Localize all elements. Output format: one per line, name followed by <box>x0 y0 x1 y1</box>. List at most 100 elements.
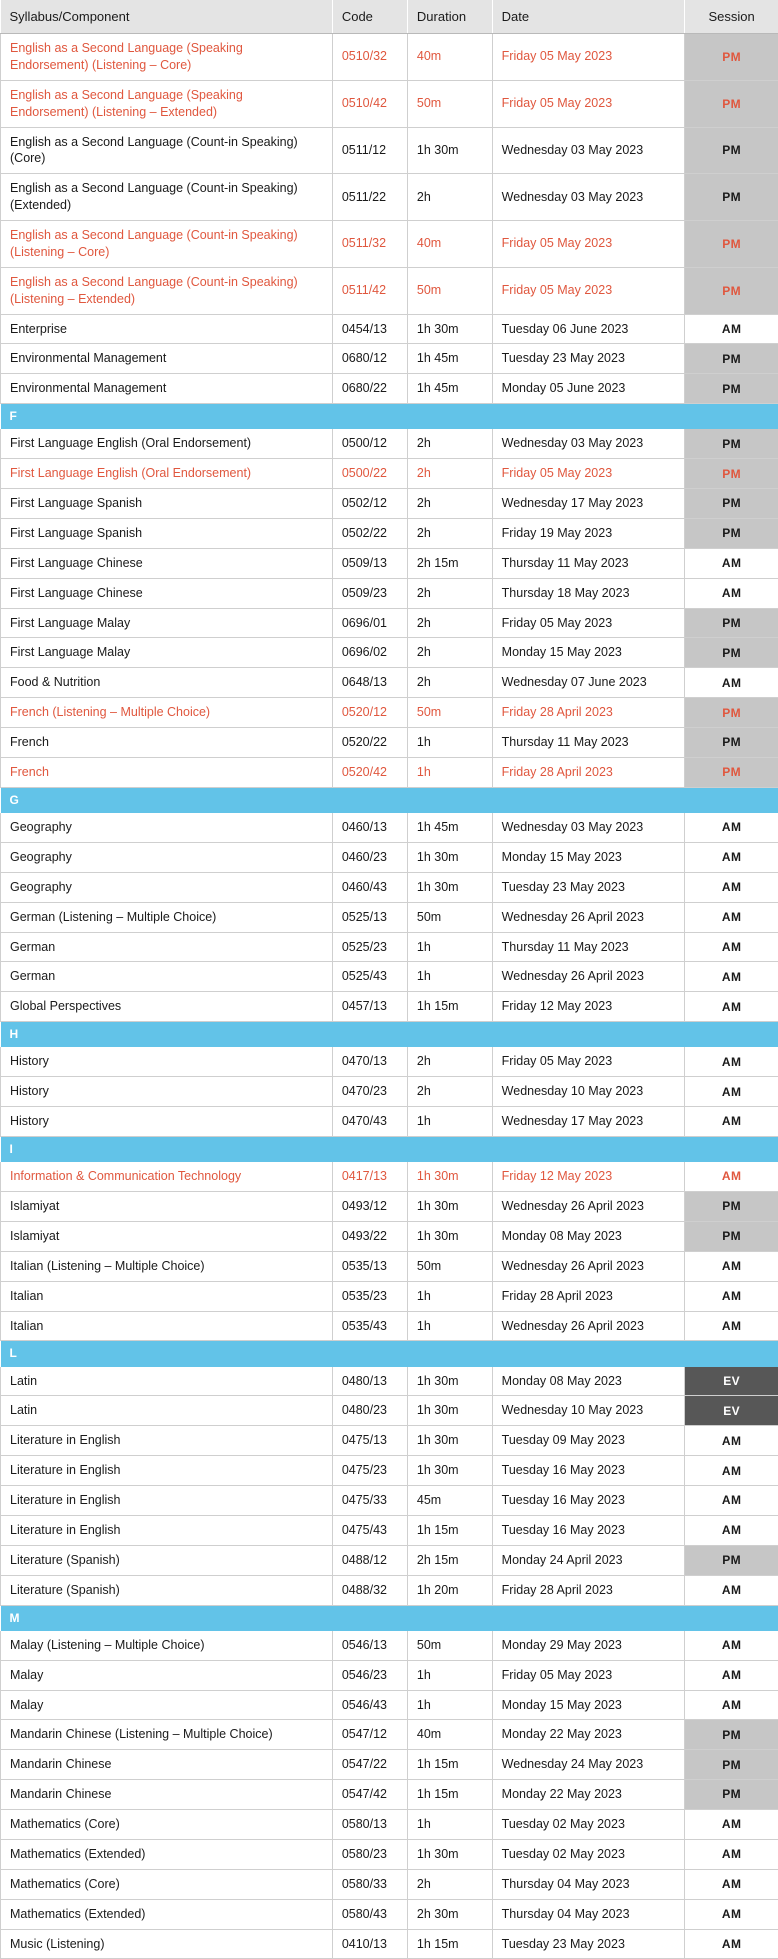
cell-code: 0511/12 <box>332 127 407 174</box>
cell-session: AM <box>685 1899 778 1929</box>
table-row: Environmental Management0680/221h 45mMon… <box>1 374 778 404</box>
cell-duration: 2h <box>407 174 492 221</box>
table-row: French0520/421hFriday 28 April 2023PM <box>1 757 778 787</box>
cell-code: 0493/12 <box>332 1192 407 1222</box>
cell-code: 0580/23 <box>332 1839 407 1869</box>
cell-date: Tuesday 09 May 2023 <box>492 1426 685 1456</box>
cell-code: 0580/13 <box>332 1810 407 1840</box>
cell-session: PM <box>685 459 778 489</box>
cell-duration: 1h 30m <box>407 1367 492 1396</box>
table-row: Malay0546/231hFriday 05 May 2023AM <box>1 1660 778 1690</box>
cell-duration: 1h 15m <box>407 992 492 1022</box>
section-band: M <box>1 1605 778 1631</box>
cell-syllabus: Malay <box>1 1660 333 1690</box>
cell-duration: 1h 15m <box>407 1750 492 1780</box>
cell-duration: 1h 45m <box>407 813 492 842</box>
cell-syllabus: Italian <box>1 1281 333 1311</box>
cell-duration: 2h <box>407 1869 492 1899</box>
cell-duration: 2h 15m <box>407 548 492 578</box>
cell-syllabus: First Language Malay <box>1 638 333 668</box>
section-letter: L <box>1 1341 778 1367</box>
cell-code: 0470/43 <box>332 1107 407 1137</box>
cell-session: AM <box>685 578 778 608</box>
cell-date: Friday 19 May 2023 <box>492 518 685 548</box>
cell-session: AM <box>685 1631 778 1660</box>
cell-date: Tuesday 23 May 2023 <box>492 872 685 902</box>
section-letter: F <box>1 404 778 430</box>
cell-duration: 1h <box>407 1660 492 1690</box>
cell-duration: 45m <box>407 1486 492 1516</box>
table-row: Mathematics (Core)0580/131hTuesday 02 Ma… <box>1 1810 778 1840</box>
cell-code: 0680/22 <box>332 374 407 404</box>
cell-session: AM <box>685 1575 778 1605</box>
cell-duration: 1h <box>407 757 492 787</box>
cell-date: Wednesday 03 May 2023 <box>492 174 685 221</box>
cell-syllabus: German <box>1 962 333 992</box>
cell-syllabus: Malay (Listening – Multiple Choice) <box>1 1631 333 1660</box>
cell-duration: 50m <box>407 698 492 728</box>
cell-duration: 2h 15m <box>407 1545 492 1575</box>
cell-session: PM <box>685 518 778 548</box>
cell-duration: 40m <box>407 34 492 81</box>
table-row: Geography0460/231h 30mMonday 15 May 2023… <box>1 842 778 872</box>
cell-session: PM <box>685 1750 778 1780</box>
cell-syllabus: First Language English (Oral Endorsement… <box>1 459 333 489</box>
table-row: First Language Spanish0502/122hWednesday… <box>1 489 778 519</box>
cell-date: Monday 24 April 2023 <box>492 1545 685 1575</box>
cell-session: AM <box>685 872 778 902</box>
cell-date: Wednesday 26 April 2023 <box>492 1192 685 1222</box>
cell-session: AM <box>685 1660 778 1690</box>
cell-code: 0535/23 <box>332 1281 407 1311</box>
table-row: English as a Second Language (Speaking E… <box>1 34 778 81</box>
cell-syllabus: Mathematics (Extended) <box>1 1839 333 1869</box>
cell-date: Monday 15 May 2023 <box>492 842 685 872</box>
cell-code: 0488/12 <box>332 1545 407 1575</box>
cell-duration: 1h 30m <box>407 1426 492 1456</box>
cell-code: 0417/13 <box>332 1162 407 1191</box>
cell-code: 0520/12 <box>332 698 407 728</box>
table-row: Literature in English0475/3345mTuesday 1… <box>1 1486 778 1516</box>
cell-code: 0509/13 <box>332 548 407 578</box>
cell-date: Wednesday 26 April 2023 <box>492 962 685 992</box>
cell-syllabus: French <box>1 757 333 787</box>
cell-code: 0480/13 <box>332 1367 407 1396</box>
table-row: History0470/431hWednesday 17 May 2023AM <box>1 1107 778 1137</box>
cell-syllabus: Geography <box>1 842 333 872</box>
cell-code: 0546/23 <box>332 1660 407 1690</box>
cell-syllabus: English as a Second Language (Count-in S… <box>1 221 333 268</box>
cell-syllabus: Mathematics (Core) <box>1 1869 333 1899</box>
cell-date: Thursday 11 May 2023 <box>492 728 685 758</box>
table-row: Mandarin Chinese0547/221h 15mWednesday 2… <box>1 1750 778 1780</box>
cell-session: PM <box>685 1192 778 1222</box>
table-row: Literature in English0475/131h 30mTuesda… <box>1 1426 778 1456</box>
cell-date: Wednesday 17 May 2023 <box>492 1107 685 1137</box>
table-row: Islamiyat0493/121h 30mWednesday 26 April… <box>1 1192 778 1222</box>
table-row: Literature (Spanish)0488/321h 20mFriday … <box>1 1575 778 1605</box>
cell-session: PM <box>685 1545 778 1575</box>
cell-syllabus: First Language Chinese <box>1 548 333 578</box>
cell-code: 0510/42 <box>332 80 407 127</box>
cell-date: Wednesday 10 May 2023 <box>492 1396 685 1426</box>
cell-syllabus: Enterprise <box>1 314 333 344</box>
cell-syllabus: French <box>1 728 333 758</box>
cell-syllabus: English as a Second Language (Count-in S… <box>1 127 333 174</box>
cell-date: Tuesday 06 June 2023 <box>492 314 685 344</box>
cell-date: Tuesday 02 May 2023 <box>492 1839 685 1869</box>
cell-duration: 1h <box>407 1810 492 1840</box>
cell-duration: 1h 30m <box>407 1192 492 1222</box>
cell-code: 0475/23 <box>332 1456 407 1486</box>
cell-date: Monday 05 June 2023 <box>492 374 685 404</box>
cell-duration: 1h 30m <box>407 1221 492 1251</box>
cell-date: Tuesday 16 May 2023 <box>492 1515 685 1545</box>
cell-session: AM <box>685 813 778 842</box>
section-letter: I <box>1 1136 778 1162</box>
cell-date: Wednesday 10 May 2023 <box>492 1077 685 1107</box>
section-band: I <box>1 1136 778 1162</box>
table-row: Information & Communication Technology04… <box>1 1162 778 1191</box>
cell-duration: 2h <box>407 459 492 489</box>
cell-code: 0457/13 <box>332 992 407 1022</box>
cell-date: Monday 22 May 2023 <box>492 1780 685 1810</box>
cell-code: 0696/02 <box>332 638 407 668</box>
table-row: Italian0535/231hFriday 28 April 2023AM <box>1 1281 778 1311</box>
cell-duration: 50m <box>407 1631 492 1660</box>
